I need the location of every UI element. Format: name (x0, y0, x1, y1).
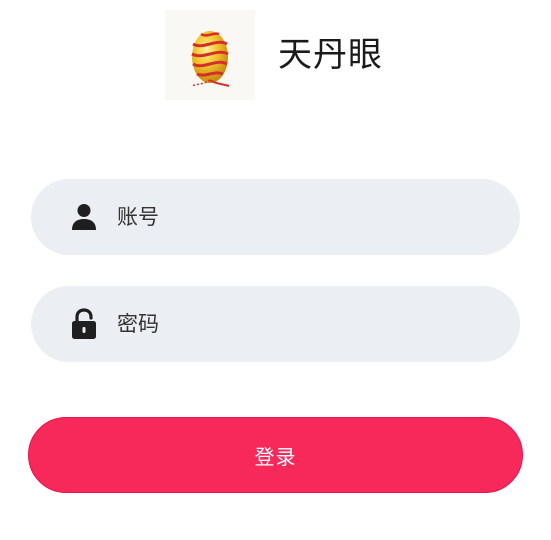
account-input[interactable] (117, 205, 477, 229)
lock-icon (69, 308, 99, 339)
password-field[interactable] (31, 286, 520, 362)
app-logo (165, 10, 255, 100)
account-field[interactable] (31, 179, 520, 255)
login-button-label: 登录 (254, 444, 297, 469)
user-icon (69, 202, 99, 232)
login-button[interactable]: 登录 (28, 417, 523, 493)
password-input[interactable] (117, 312, 477, 336)
golden-egg-logo-icon (190, 31, 230, 87)
app-title: 天丹眼 (278, 35, 383, 75)
